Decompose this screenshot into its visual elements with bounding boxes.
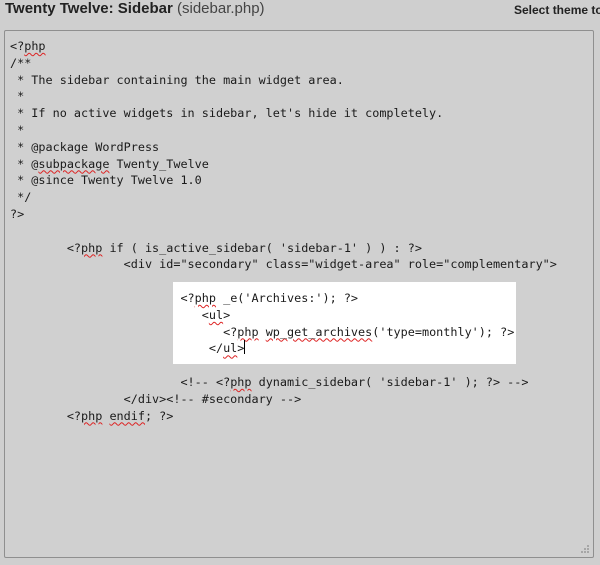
spellcheck-underline: php: [194, 290, 216, 305]
spellcheck-underline: endif: [109, 408, 145, 423]
code-line: * @package WordPress: [10, 139, 160, 154]
spellcheck-underline: ul: [208, 307, 224, 322]
file-title: Twenty Twelve: Sidebar (sidebar.php): [5, 0, 265, 17]
spellcheck-underline: ul: [223, 341, 238, 356]
spellcheck-underline: php: [81, 408, 103, 423]
code-line: <?php wp_get_archives('type=monthly'); ?…: [10, 324, 515, 339]
code-line: * @subpackage Twenty_Twelve: [10, 156, 209, 171]
code-line: * If no active widgets in sidebar, let's…: [10, 106, 444, 121]
editor-header: Twenty Twelve: Sidebar (sidebar.php) Sel…: [0, 0, 600, 26]
code-line: <?php endif; ?>: [10, 408, 174, 423]
select-theme-label: Select theme to: [514, 3, 600, 17]
code-line: </ul>: [10, 340, 246, 356]
code-line: * @since Twenty Twelve 1.0: [10, 173, 202, 188]
code-line: </div><!-- #secondary -->: [10, 391, 302, 406]
theme-file-name: Twenty Twelve: Sidebar: [5, 0, 173, 17]
spellcheck-underline: php: [237, 324, 259, 339]
code-line: <!-- <?php dynamic_sidebar( 'sidebar-1' …: [10, 374, 529, 389]
code-line: *: [10, 122, 25, 137]
code-line: <?php: [10, 39, 46, 53]
code-content[interactable]: <?php /** * The sidebar containing the m…: [10, 38, 557, 424]
code-line: * The sidebar containing the main widget…: [10, 72, 344, 87]
code-line: <?php if ( is_active_sidebar( 'sidebar-1…: [10, 240, 422, 255]
spellcheck-underline: subpackage: [38, 156, 110, 171]
code-editor-textarea[interactable]: <?php /** * The sidebar containing the m…: [4, 30, 594, 558]
spellcheck-underline: wp_get_archives: [265, 324, 373, 339]
text-cursor: [244, 340, 246, 355]
code-line: /**: [10, 55, 32, 70]
code-line: ?>: [10, 206, 25, 221]
code-line: <?php _e('Archives:'); ?>: [10, 290, 359, 305]
code-line: */: [10, 190, 32, 205]
code-line: *: [10, 89, 25, 104]
spellcheck-underline: php: [81, 240, 103, 255]
code-line: <ul>: [10, 307, 231, 322]
resize-grip-icon[interactable]: [580, 544, 590, 554]
spellcheck-underline: php: [24, 39, 46, 53]
file-path: (sidebar.php): [177, 0, 265, 17]
spellcheck-underline: php: [230, 374, 252, 389]
code-line: <div id="secondary" class="widget-area" …: [10, 257, 557, 272]
